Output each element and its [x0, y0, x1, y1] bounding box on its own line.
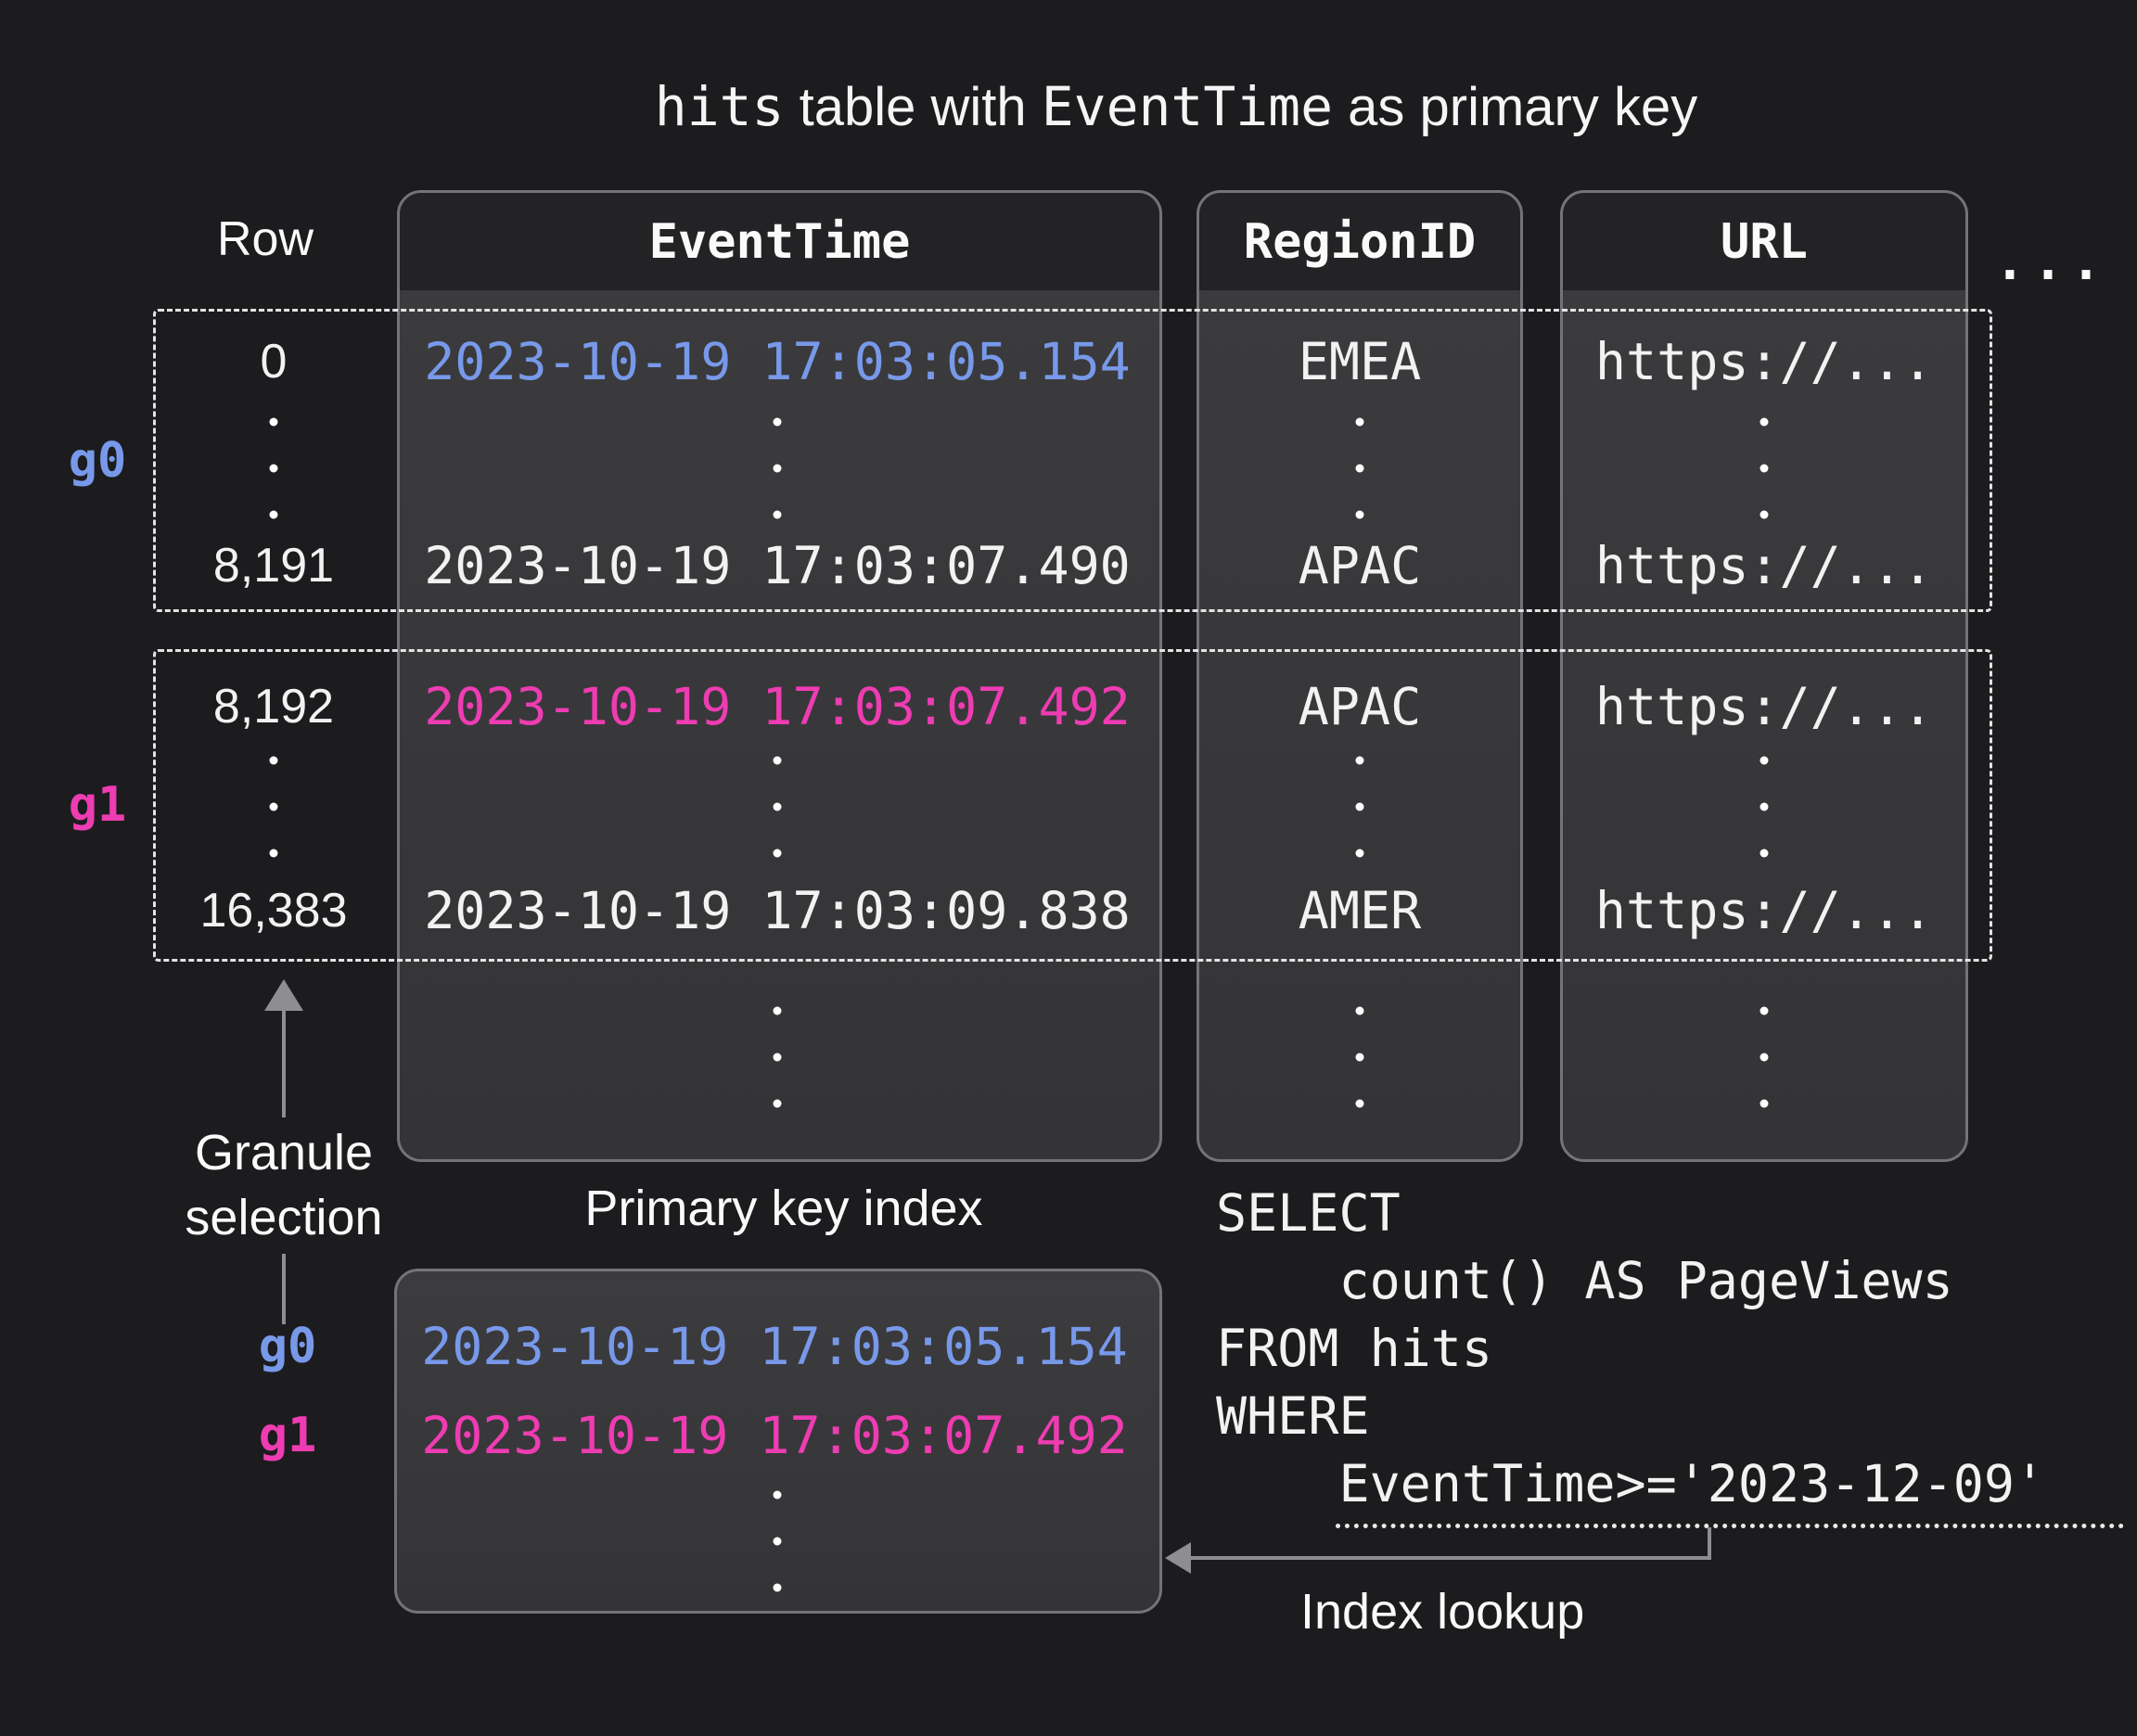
more-columns-ellipsis: ... — [1994, 232, 2108, 291]
vertical-ellipsis — [270, 757, 278, 858]
region-value: APAC — [1299, 536, 1421, 595]
eventtime-value: 2023-10-19 17:03:07.490 — [424, 536, 1131, 595]
vertical-ellipsis — [1760, 418, 1769, 519]
arrow-shaft — [282, 1009, 286, 1117]
title-text-end: as primary key — [1333, 77, 1697, 137]
pk-entry-value-g0: 2023-10-19 17:03:05.154 — [421, 1317, 1128, 1376]
row-number: 0 — [261, 334, 288, 389]
vertical-ellipsis — [774, 1007, 782, 1108]
index-lookup-label: Index lookup — [1300, 1583, 1584, 1640]
url-value: https://... — [1595, 677, 1933, 736]
primary-key-index-title: Primary key index — [584, 1180, 982, 1237]
vertical-ellipsis — [1356, 757, 1364, 858]
eventtime-value: 2023-10-19 17:03:09.838 — [424, 881, 1131, 940]
row-column-header: Row — [217, 211, 314, 267]
sql-query: SELECT count() AS PageViews FROM hits WH… — [1216, 1180, 2045, 1518]
region-value: APAC — [1299, 677, 1421, 736]
region-value: AMER — [1299, 881, 1421, 940]
title-code-hits: hits — [655, 75, 785, 138]
granule-label-g1: g1 — [69, 777, 127, 833]
column-header-regionid: RegionID — [1199, 193, 1520, 290]
pk-entry-value-g1: 2023-10-19 17:03:07.492 — [421, 1406, 1128, 1465]
left-arrow-icon — [1165, 1542, 1191, 1574]
url-value: https://... — [1595, 332, 1933, 391]
arrow-shaft — [1185, 1556, 1711, 1560]
row-number: 8,192 — [213, 679, 334, 734]
title-code-eventtime: EventTime — [1042, 75, 1333, 138]
arrow-shaft — [282, 1254, 286, 1324]
row-number: 8,191 — [213, 538, 334, 594]
vertical-ellipsis — [774, 418, 782, 519]
region-value: EMEA — [1299, 332, 1421, 391]
eventtime-value: 2023-10-19 17:03:07.492 — [424, 677, 1131, 736]
up-arrow-icon — [264, 979, 303, 1011]
row-number: 16,383 — [199, 883, 347, 938]
arrow-shaft — [1708, 1527, 1711, 1560]
vertical-ellipsis — [1760, 1007, 1769, 1108]
pk-entry-label-g1: g1 — [259, 1408, 317, 1463]
vertical-ellipsis — [1760, 757, 1769, 858]
vertical-ellipsis — [1356, 418, 1364, 519]
pk-entry-label-g0: g0 — [259, 1319, 317, 1374]
eventtime-value: 2023-10-19 17:03:05.154 — [424, 332, 1131, 391]
vertical-ellipsis — [270, 418, 278, 519]
vertical-ellipsis — [1356, 1007, 1364, 1108]
column-header-url: URL — [1563, 193, 1965, 290]
title-text-mid: table with — [784, 77, 1041, 137]
url-value: https://... — [1595, 881, 1933, 940]
granule-selection-label-line1: Granule — [195, 1124, 373, 1181]
vertical-ellipsis — [774, 757, 782, 858]
diagram-canvas: hits table with EventTime as primary key… — [0, 0, 2137, 1736]
vertical-ellipsis — [774, 1491, 782, 1592]
granule-selection-label-line2: selection — [185, 1189, 382, 1246]
url-value: https://... — [1595, 536, 1933, 595]
column-header-eventtime: EventTime — [400, 193, 1159, 290]
granule-label-g0: g0 — [69, 433, 127, 489]
page-title: hits table with EventTime as primary key — [655, 75, 1697, 138]
where-clause-underline — [1336, 1524, 2124, 1528]
